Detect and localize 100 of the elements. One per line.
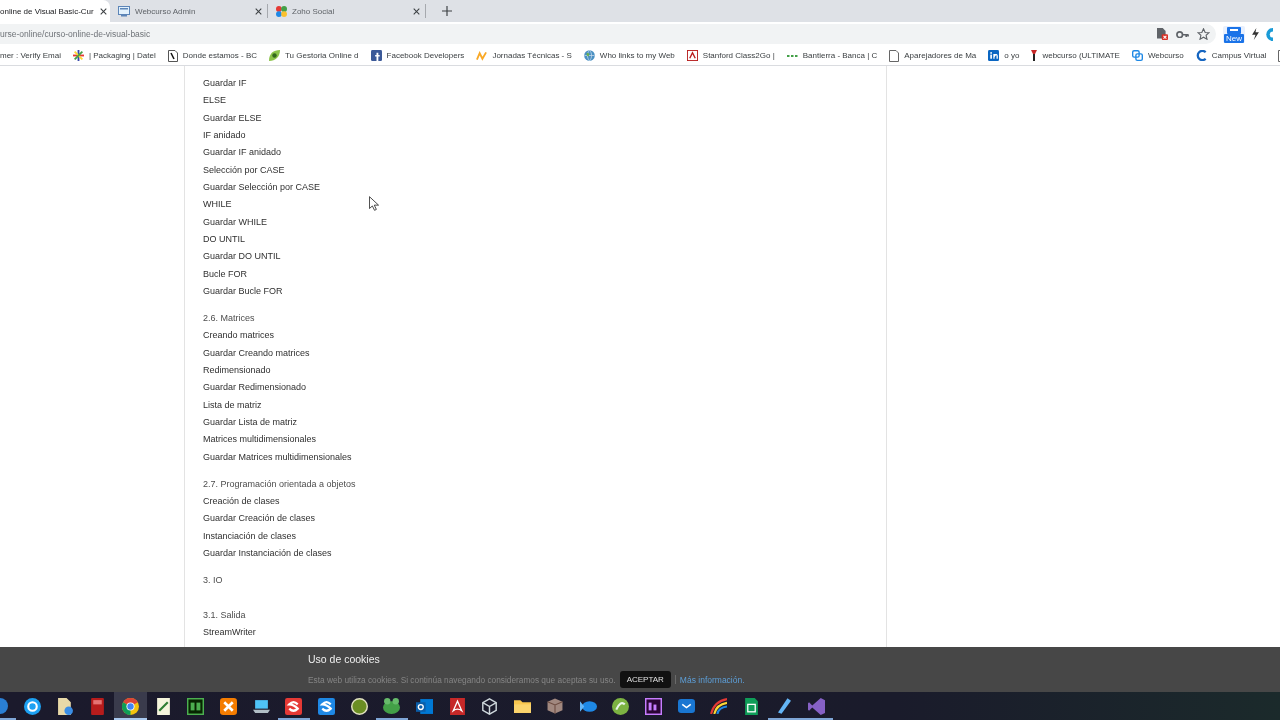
extension-icon xyxy=(1227,26,1241,34)
close-tab-button[interactable] xyxy=(411,6,421,16)
bookmark-link[interactable]: Stanford Class2Go | xyxy=(686,50,775,61)
close-icon xyxy=(412,7,420,15)
book-icon xyxy=(91,697,105,715)
lesson-item: Guardar ELSE xyxy=(203,111,262,125)
bookmark-link[interactable]: | Packaging | Datel xyxy=(72,50,156,61)
app-logo-icon xyxy=(644,697,662,715)
overlapping-squares-icon xyxy=(1131,50,1143,61)
square-logo-icon xyxy=(370,50,382,61)
bookmark-link[interactable]: Bantierra - Banca | C xyxy=(786,51,878,60)
square-logo-icon xyxy=(988,50,1000,61)
bookmark-link[interactable]: Tu Gestoria Online d xyxy=(269,50,359,61)
browser-tab[interactable]: Zoho Social xyxy=(268,0,426,22)
site-logo-icon xyxy=(1031,50,1038,61)
bookmark-link[interactable]: Facebook Developers xyxy=(370,50,465,61)
lesson-item: Guardar Instanciación de clases xyxy=(203,546,332,560)
app-logo-icon xyxy=(350,697,368,715)
bookmark-link[interactable]: Donde estamos - BC xyxy=(167,49,258,62)
asterisk-icon xyxy=(72,50,84,61)
laptop-icon xyxy=(252,699,270,713)
lesson-item: StreamWriter xyxy=(203,626,256,640)
app-logo-icon xyxy=(187,697,205,715)
lesson-item: Bucle FOR xyxy=(203,267,247,281)
section-heading: 2.7. Programación orientada a objetos xyxy=(203,477,356,491)
circle-logo-icon[interactable] xyxy=(1266,27,1273,41)
notepad-icon xyxy=(156,697,170,715)
lesson-item: WHILE xyxy=(203,198,232,212)
network-file-icon xyxy=(57,697,73,715)
section-heading: 3.1. Salida xyxy=(203,608,246,622)
cube-icon xyxy=(482,697,498,715)
close-icon xyxy=(254,7,262,15)
lesson-item: DO UNTIL xyxy=(203,232,245,246)
package-icon xyxy=(547,698,564,714)
address-bar[interactable]: urse-online/curso-online-de-visual-basic xyxy=(0,24,1216,44)
circles-logo-icon xyxy=(276,5,287,17)
bookmark-link[interactable]: Aparejadores de Ma xyxy=(889,49,977,62)
key-icon[interactable] xyxy=(1176,30,1189,38)
page-icon xyxy=(889,49,900,62)
lesson-item: Guardar Creación de clases xyxy=(203,512,316,526)
bookmark-link[interactable]: Webcurso xyxy=(1131,50,1184,61)
lesson-item: Selección por CASE xyxy=(203,163,285,177)
bookmark-link[interactable]: webcurso (ULTIMATE xyxy=(1031,50,1120,61)
dashes-icon xyxy=(786,54,798,57)
globe-icon xyxy=(583,50,595,61)
app-logo-icon xyxy=(285,697,303,715)
bookmark-link[interactable]: mer : Verify Emai xyxy=(0,51,61,60)
bookmark-link[interactable]: o yo xyxy=(988,50,1020,61)
lesson-item: Guardar Creando matrices xyxy=(203,346,310,360)
lesson-item: IF anidado xyxy=(203,129,246,142)
lesson-item: Guardar Matrices multidimensionales xyxy=(203,450,352,464)
mail-icon xyxy=(677,699,695,713)
lesson-item: Guardar WHILE xyxy=(203,215,268,229)
section-heading: 2.6. Matrices xyxy=(203,311,255,325)
close-icon xyxy=(100,7,108,15)
extension-button[interactable]: New xyxy=(1223,25,1245,43)
ring-logo-icon xyxy=(23,697,41,715)
lesson-item: Guardar IF anidado xyxy=(203,146,282,160)
taskbar-button[interactable] xyxy=(114,692,147,720)
browser-tab[interactable]: Webcurso Admin xyxy=(110,0,268,22)
bookmark-link[interactable]: Campus Virtual xyxy=(1195,50,1267,61)
mail-app-icon xyxy=(416,698,434,714)
mouse-cursor-icon xyxy=(369,196,379,211)
lesson-item: Redimensionado xyxy=(203,363,271,377)
lesson-item: Creación de clases xyxy=(203,494,280,508)
accept-button[interactable]: ACEPTAR xyxy=(619,671,671,688)
pen-icon xyxy=(777,698,791,714)
pdf-icon xyxy=(449,697,465,715)
monitor-icon xyxy=(118,5,130,17)
lightning-icon[interactable] xyxy=(1252,28,1259,40)
leaf-icon xyxy=(269,50,281,61)
lesson-item: Lista de matriz xyxy=(203,398,262,412)
plus-icon xyxy=(442,6,452,16)
browser-icon xyxy=(121,697,139,715)
star-icon[interactable] xyxy=(1197,28,1210,40)
arc-logo-icon xyxy=(1195,50,1207,61)
lesson-item: Matrices multidimensionales xyxy=(203,433,317,447)
lesson-item: Guardar IF xyxy=(203,77,247,90)
close-tab-button[interactable] xyxy=(98,6,109,16)
section-heading: 3. IO xyxy=(203,573,223,587)
app-logo-icon xyxy=(383,698,401,714)
bookmark-link[interactable]: Jornadas Técnicas - S xyxy=(476,50,572,61)
cookie-title: Uso de cookies xyxy=(308,653,380,666)
site-blocked-icon[interactable] xyxy=(1157,28,1168,40)
spreadsheet-icon xyxy=(744,697,758,715)
page-icon xyxy=(167,49,178,62)
bookmark-link[interactable]: Who links to my Web xyxy=(583,50,675,61)
lesson-item: Guardar Bucle FOR xyxy=(203,284,283,298)
app-logo-icon xyxy=(219,697,237,715)
browser-tab[interactable]: online de Visual Basic-Cur xyxy=(0,0,110,22)
app-logo-icon xyxy=(318,697,336,715)
lesson-item: Guardar Redimensionado xyxy=(203,381,307,395)
close-tab-button[interactable] xyxy=(253,6,263,16)
app-logo-icon xyxy=(612,697,630,715)
fish-icon xyxy=(579,700,597,712)
app-logo-icon xyxy=(808,697,826,715)
lesson-item: Creando matrices xyxy=(203,329,275,343)
lesson-item: Guardar Selección por CASE xyxy=(203,180,321,194)
lesson-item: Instanciación de clases xyxy=(203,529,297,543)
arc-logo-icon xyxy=(710,698,728,714)
